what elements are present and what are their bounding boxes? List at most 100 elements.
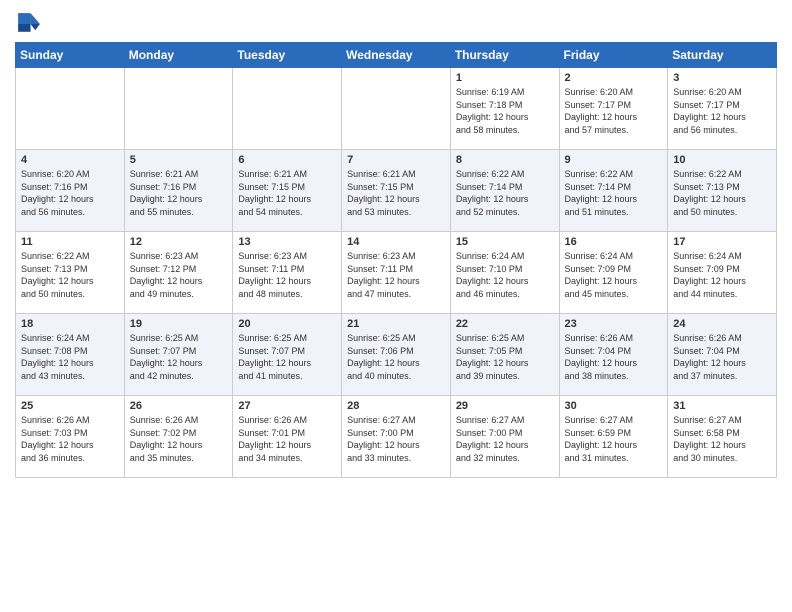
calendar-header-row: SundayMondayTuesdayWednesdayThursdayFrid…: [16, 43, 777, 68]
calendar-cell: 25 Sunrise: 6:26 AM Sunset: 7:03 PM Dayli…: [16, 396, 125, 478]
day-info: Sunrise: 6:26 AM Sunset: 7:04 PM Dayligh…: [565, 332, 663, 382]
calendar-cell: 30 Sunrise: 6:27 AM Sunset: 6:59 PM Dayli…: [559, 396, 668, 478]
day-number: 2: [565, 72, 663, 84]
day-info: Sunrise: 6:27 AM Sunset: 6:58 PM Dayligh…: [673, 414, 771, 464]
calendar-cell: [233, 68, 342, 150]
day-number: 12: [130, 236, 228, 248]
calendar-cell: 28Sunrise: 6:27 AM Sunset: 7:00 PM Dayli…: [342, 396, 451, 478]
day-info: Sunrise: 6:27 AM Sunset: 7:00 PM Dayligh…: [456, 414, 554, 464]
day-info: Sunrise: 6:23 AM Sunset: 7:12 PM Dayligh…: [130, 250, 228, 300]
calendar-cell: 6Sunrise: 6:21 AM Sunset: 7:15 PM Daylig…: [233, 150, 342, 232]
day-number: 14: [347, 236, 445, 248]
day-info: Sunrise: 6:20 AM Sunset: 7:17 PM Dayligh…: [565, 86, 663, 136]
calendar-cell: 9 Sunrise: 6:22 AM Sunset: 7:14 PM Daylig…: [559, 150, 668, 232]
calendar-cell: 20 Sunrise: 6:25 AM Sunset: 7:07 PM Dayli…: [233, 314, 342, 396]
day-info: Sunrise: 6:24 AM Sunset: 7:08 PM Dayligh…: [21, 332, 119, 382]
day-info: Sunrise: 6:25 AM Sunset: 7:06 PM Dayligh…: [347, 332, 445, 382]
day-info: Sunrise: 6:19 AM Sunset: 7:18 PM Dayligh…: [456, 86, 554, 136]
logo: [15, 10, 47, 38]
calendar-cell: 3 Sunrise: 6:20 AM Sunset: 7:17 PM Daylig…: [668, 68, 777, 150]
day-info: Sunrise: 6:26 AM Sunset: 7:02 PM Dayligh…: [130, 414, 228, 464]
day-number: 18: [21, 318, 119, 330]
day-header-wednesday: Wednesday: [342, 43, 451, 68]
day-number: 5: [130, 154, 228, 166]
day-number: 19: [130, 318, 228, 330]
day-number: 27: [238, 400, 336, 412]
day-number: 7: [347, 154, 445, 166]
calendar-cell: 19 Sunrise: 6:25 AM Sunset: 7:07 PM Dayli…: [124, 314, 233, 396]
week-row-5: 25 Sunrise: 6:26 AM Sunset: 7:03 PM Dayli…: [16, 396, 777, 478]
day-info: Sunrise: 6:24 AM Sunset: 7:10 PM Dayligh…: [456, 250, 554, 300]
day-info: Sunrise: 6:23 AM Sunset: 7:11 PM Dayligh…: [347, 250, 445, 300]
calendar-cell: 22Sunrise: 6:25 AM Sunset: 7:05 PM Dayli…: [450, 314, 559, 396]
day-header-tuesday: Tuesday: [233, 43, 342, 68]
day-header-friday: Friday: [559, 43, 668, 68]
day-header-monday: Monday: [124, 43, 233, 68]
calendar-cell: 16Sunrise: 6:24 AM Sunset: 7:09 PM Dayli…: [559, 232, 668, 314]
day-info: Sunrise: 6:27 AM Sunset: 6:59 PM Dayligh…: [565, 414, 663, 464]
calendar-cell: 29 Sunrise: 6:27 AM Sunset: 7:00 PM Dayli…: [450, 396, 559, 478]
day-info: Sunrise: 6:23 AM Sunset: 7:11 PM Dayligh…: [238, 250, 336, 300]
calendar-cell: 23Sunrise: 6:26 AM Sunset: 7:04 PM Dayli…: [559, 314, 668, 396]
day-info: Sunrise: 6:20 AM Sunset: 7:16 PM Dayligh…: [21, 168, 119, 218]
calendar-cell: 21 Sunrise: 6:25 AM Sunset: 7:06 PM Dayli…: [342, 314, 451, 396]
calendar-cell: 11 Sunrise: 6:22 AM Sunset: 7:13 PM Dayli…: [16, 232, 125, 314]
day-info: Sunrise: 6:21 AM Sunset: 7:16 PM Dayligh…: [130, 168, 228, 218]
calendar-cell: 8Sunrise: 6:22 AM Sunset: 7:14 PM Daylig…: [450, 150, 559, 232]
calendar-cell: 12 Sunrise: 6:23 AM Sunset: 7:12 PM Dayli…: [124, 232, 233, 314]
day-header-sunday: Sunday: [16, 43, 125, 68]
day-number: 13: [238, 236, 336, 248]
calendar-cell: 14 Sunrise: 6:23 AM Sunset: 7:11 PM Dayli…: [342, 232, 451, 314]
day-info: Sunrise: 6:24 AM Sunset: 7:09 PM Dayligh…: [673, 250, 771, 300]
calendar-cell: 18 Sunrise: 6:24 AM Sunset: 7:08 PM Dayli…: [16, 314, 125, 396]
calendar-cell: 4 Sunrise: 6:20 AM Sunset: 7:16 PM Daylig…: [16, 150, 125, 232]
header: [15, 10, 777, 38]
calendar-cell: 27 Sunrise: 6:26 AM Sunset: 7:01 PM Dayli…: [233, 396, 342, 478]
day-number: 4: [21, 154, 119, 166]
logo-icon: [15, 10, 43, 38]
day-number: 20: [238, 318, 336, 330]
day-info: Sunrise: 6:22 AM Sunset: 7:13 PM Dayligh…: [21, 250, 119, 300]
day-number: 6: [238, 154, 336, 166]
day-info: Sunrise: 6:25 AM Sunset: 7:07 PM Dayligh…: [130, 332, 228, 382]
calendar-cell: [342, 68, 451, 150]
page-container: SundayMondayTuesdayWednesdayThursdayFrid…: [0, 0, 792, 486]
day-number: 28: [347, 400, 445, 412]
calendar-cell: 7 Sunrise: 6:21 AM Sunset: 7:15 PM Daylig…: [342, 150, 451, 232]
week-row-1: 1 Sunrise: 6:19 AM Sunset: 7:18 PM Daylig…: [16, 68, 777, 150]
day-header-saturday: Saturday: [668, 43, 777, 68]
day-info: Sunrise: 6:26 AM Sunset: 7:03 PM Dayligh…: [21, 414, 119, 464]
day-number: 3: [673, 72, 771, 84]
calendar-table: SundayMondayTuesdayWednesdayThursdayFrid…: [15, 42, 777, 478]
day-info: Sunrise: 6:22 AM Sunset: 7:14 PM Dayligh…: [565, 168, 663, 218]
calendar-body: 1 Sunrise: 6:19 AM Sunset: 7:18 PM Daylig…: [16, 68, 777, 478]
day-info: Sunrise: 6:26 AM Sunset: 7:01 PM Dayligh…: [238, 414, 336, 464]
day-number: 11: [21, 236, 119, 248]
day-info: Sunrise: 6:25 AM Sunset: 7:07 PM Dayligh…: [238, 332, 336, 382]
day-info: Sunrise: 6:22 AM Sunset: 7:13 PM Dayligh…: [673, 168, 771, 218]
week-row-4: 18 Sunrise: 6:24 AM Sunset: 7:08 PM Dayli…: [16, 314, 777, 396]
day-number: 31: [673, 400, 771, 412]
day-number: 21: [347, 318, 445, 330]
calendar-cell: 15Sunrise: 6:24 AM Sunset: 7:10 PM Dayli…: [450, 232, 559, 314]
day-number: 10: [673, 154, 771, 166]
day-info: Sunrise: 6:21 AM Sunset: 7:15 PM Dayligh…: [347, 168, 445, 218]
day-number: 29: [456, 400, 554, 412]
calendar-cell: 1 Sunrise: 6:19 AM Sunset: 7:18 PM Daylig…: [450, 68, 559, 150]
calendar-cell: 24 Sunrise: 6:26 AM Sunset: 7:04 PM Dayli…: [668, 314, 777, 396]
day-number: 8: [456, 154, 554, 166]
week-row-2: 4 Sunrise: 6:20 AM Sunset: 7:16 PM Daylig…: [16, 150, 777, 232]
calendar-cell: 2 Sunrise: 6:20 AM Sunset: 7:17 PM Daylig…: [559, 68, 668, 150]
day-number: 9: [565, 154, 663, 166]
day-info: Sunrise: 6:26 AM Sunset: 7:04 PM Dayligh…: [673, 332, 771, 382]
day-number: 25: [21, 400, 119, 412]
day-number: 22: [456, 318, 554, 330]
day-number: 17: [673, 236, 771, 248]
day-info: Sunrise: 6:20 AM Sunset: 7:17 PM Dayligh…: [673, 86, 771, 136]
day-info: Sunrise: 6:24 AM Sunset: 7:09 PM Dayligh…: [565, 250, 663, 300]
day-number: 1: [456, 72, 554, 84]
day-number: 24: [673, 318, 771, 330]
day-number: 30: [565, 400, 663, 412]
calendar-cell: 26Sunrise: 6:26 AM Sunset: 7:02 PM Dayli…: [124, 396, 233, 478]
calendar-cell: 31 Sunrise: 6:27 AM Sunset: 6:58 PM Dayli…: [668, 396, 777, 478]
